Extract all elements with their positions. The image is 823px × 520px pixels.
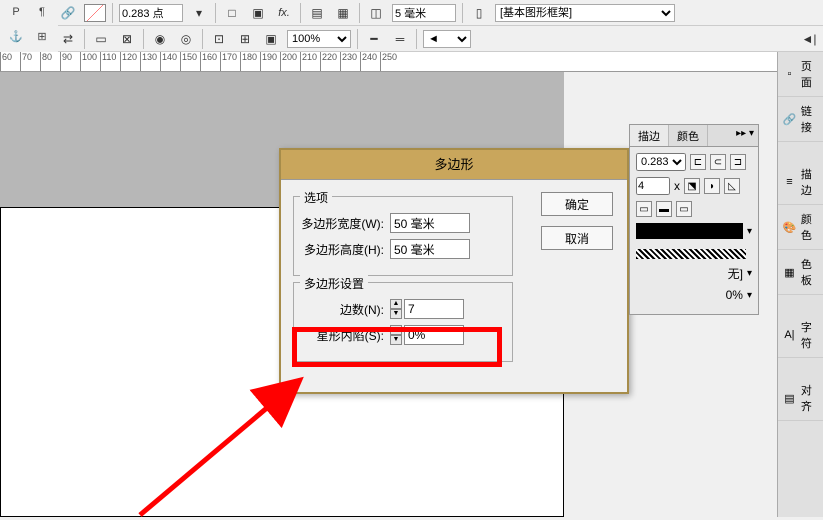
polygon-width-input[interactable] [390, 213, 470, 233]
para-icon[interactable]: ¶ [32, 3, 52, 21]
width-label: 多边形宽度(W): [300, 215, 390, 232]
sides-down-icon[interactable]: ▼ [390, 309, 402, 319]
stroke-size-input[interactable] [119, 4, 183, 22]
page-icon[interactable]: ▯ [469, 3, 489, 23]
color-icon: 🎨 [782, 219, 797, 235]
rb-links[interactable]: 🔗链接 [778, 97, 823, 142]
swap-icon[interactable]: ⇄ [58, 29, 78, 49]
stroke-panel: 描边 颜色 ▸▸ ▾ 0.283 ⊏ ⊂ ⊐ x ⬔ ◗ ◺ ▭ ▬ ▭ ▾ 无… [629, 124, 759, 315]
inset-label: 星形内陷(S): [300, 327, 390, 344]
cap-butt-icon[interactable]: ⊏ [690, 154, 706, 170]
spacing-input[interactable] [392, 4, 456, 22]
gap-stripe[interactable] [636, 249, 746, 259]
rb-stroke[interactable]: ≡描边 [778, 160, 823, 205]
align-stroke-b-icon[interactable]: ▬ [656, 201, 672, 217]
x-label: x [674, 179, 680, 193]
cap-round-icon[interactable]: ⊂ [710, 154, 726, 170]
settings-fieldset: 多边形设置 边数(N): ▲▼ 星形内陷(S): ▲▼ [293, 282, 513, 362]
align-left-icon[interactable]: ▤ [307, 3, 327, 23]
fit-a-icon[interactable]: ⊡ [209, 29, 229, 49]
stroke-weight-select[interactable]: 0.283 [636, 153, 686, 171]
join-miter-icon[interactable]: ⬔ [684, 178, 700, 194]
align-stroke-c-icon[interactable]: ▭ [676, 201, 692, 217]
crop-icon[interactable]: ◫ [366, 3, 386, 23]
align-center-icon[interactable]: ▦ [333, 3, 353, 23]
sides-label: 边数(N): [300, 301, 390, 318]
join-round-icon[interactable]: ◗ [704, 178, 720, 194]
square-b-icon[interactable]: ▣ [248, 3, 268, 23]
cancel-button[interactable]: 取消 [541, 226, 613, 250]
polygon-dialog: 多边形 确定 取消 选项 多边形宽度(W): 多边形高度(H): 多边形设置 边… [279, 148, 629, 394]
align-stroke-a-icon[interactable]: ▭ [636, 201, 652, 217]
links-icon: 🔗 [782, 111, 797, 127]
stroke-type-swatch[interactable] [636, 223, 743, 239]
distribute-icon[interactable]: ⊞ [32, 27, 52, 45]
cap-square-icon[interactable]: ⊐ [730, 154, 746, 170]
circle-a-icon[interactable]: ◉ [150, 29, 170, 49]
right-panels-bar: ▫页面 🔗链接 ≡描边 🎨颜色 ▦色板 A|字符 ▤对齐 [777, 52, 823, 517]
join-bevel-icon[interactable]: ◺ [724, 178, 740, 194]
rb-pages[interactable]: ▫页面 [778, 52, 823, 97]
swatch-grid-icon: ▦ [782, 264, 797, 280]
sides-input[interactable] [404, 299, 464, 319]
square-a-icon[interactable]: □ [222, 3, 242, 23]
align-panel-icon: ▤ [782, 390, 797, 406]
fit-b-icon[interactable]: ⊞ [235, 29, 255, 49]
stroke-icon: ≡ [782, 174, 797, 190]
link-icon[interactable]: 🔗 [58, 3, 78, 23]
line-b-icon[interactable]: ═ [390, 29, 410, 49]
char-panel-icon: A| [782, 327, 797, 343]
inset-up-icon[interactable]: ▲ [390, 325, 402, 335]
frame-select[interactable]: [基本图形框架] [495, 4, 675, 22]
rb-color[interactable]: 🎨颜色 [778, 205, 823, 250]
zoom-select[interactable]: 100% [287, 30, 351, 48]
sides-up-icon[interactable]: ▲ [390, 299, 402, 309]
fx-icon[interactable]: fx. [274, 3, 294, 23]
align-none-label: 无] [728, 265, 743, 282]
polygon-height-input[interactable] [390, 239, 470, 259]
rb-align[interactable]: ▤对齐 [778, 376, 823, 421]
dialog-title: 多边形 [281, 150, 627, 180]
tab-stroke[interactable]: 描边 [630, 125, 669, 146]
rb-swatch[interactable]: ▦色板 [778, 250, 823, 295]
fit-c-icon[interactable]: ▣ [261, 29, 281, 49]
height-label: 多边形高度(H): [300, 241, 390, 258]
rect-frame-icon[interactable]: ⊠ [117, 29, 137, 49]
inset-input[interactable] [404, 325, 464, 345]
arrow-select[interactable]: ◄ [423, 30, 471, 48]
line-a-icon[interactable]: ━ [364, 29, 384, 49]
swatch-icon[interactable] [84, 4, 106, 22]
miter-input[interactable] [636, 177, 670, 195]
rb-char[interactable]: A|字符 [778, 313, 823, 358]
ok-button[interactable]: 确定 [541, 192, 613, 216]
collapse-icon[interactable]: ◄| [799, 29, 819, 49]
stroke-dropdown-icon[interactable]: ▾ [189, 3, 209, 23]
pages-icon: ▫ [782, 66, 797, 82]
horizontal-ruler: 60 70 80 90 100 110 120 130 140 150 160 … [0, 52, 823, 72]
options-fieldset: 选项 多边形宽度(W): 多边形高度(H): [293, 196, 513, 276]
rect-tool-icon[interactable]: ▭ [91, 29, 111, 49]
inset-down-icon[interactable]: ▼ [390, 335, 402, 345]
char-icon[interactable]: P [6, 3, 26, 21]
circle-b-icon[interactable]: ◎ [176, 29, 196, 49]
panel-collapse-icon[interactable]: ▸▸ ▾ [732, 125, 758, 146]
pct-label: 0% [726, 288, 743, 302]
anchor-icon[interactable]: ⚓ [6, 27, 26, 45]
tab-color[interactable]: 颜色 [669, 125, 708, 146]
